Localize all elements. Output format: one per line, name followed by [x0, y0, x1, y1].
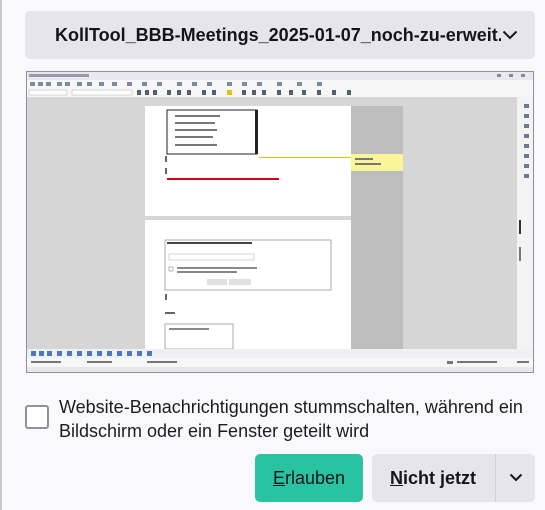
chevron-down-icon	[509, 469, 523, 487]
window-edge	[0, 0, 2, 510]
not-now-label: icht jetzt	[403, 467, 477, 488]
share-source-label: KollTool_BBB-Meetings_2025-01-07_noch-zu…	[55, 24, 501, 45]
notification-mute-row: Website-Benachrichtigungen stummschalten…	[25, 395, 535, 443]
not-now-button-group: Nicht jetzt	[372, 454, 535, 502]
share-source-select[interactable]: KollTool_BBB-Meetings_2025-01-07_noch-zu…	[25, 11, 535, 59]
allow-button[interactable]: Erlauben	[255, 454, 363, 502]
preview-thumbnail	[27, 72, 533, 372]
not-now-button[interactable]: Nicht jetzt	[372, 454, 495, 502]
chevron-down-icon	[501, 26, 519, 44]
allow-label: rlauben	[284, 467, 346, 488]
screen-preview	[26, 71, 534, 373]
not-now-access-key: N	[390, 467, 403, 488]
allow-access-key: E	[272, 467, 285, 488]
not-now-dropdown-button[interactable]	[495, 454, 535, 502]
notify-mute-checkbox[interactable]	[25, 405, 49, 429]
notify-mute-label: Website-Benachrichtigungen stummschalten…	[59, 397, 523, 441]
